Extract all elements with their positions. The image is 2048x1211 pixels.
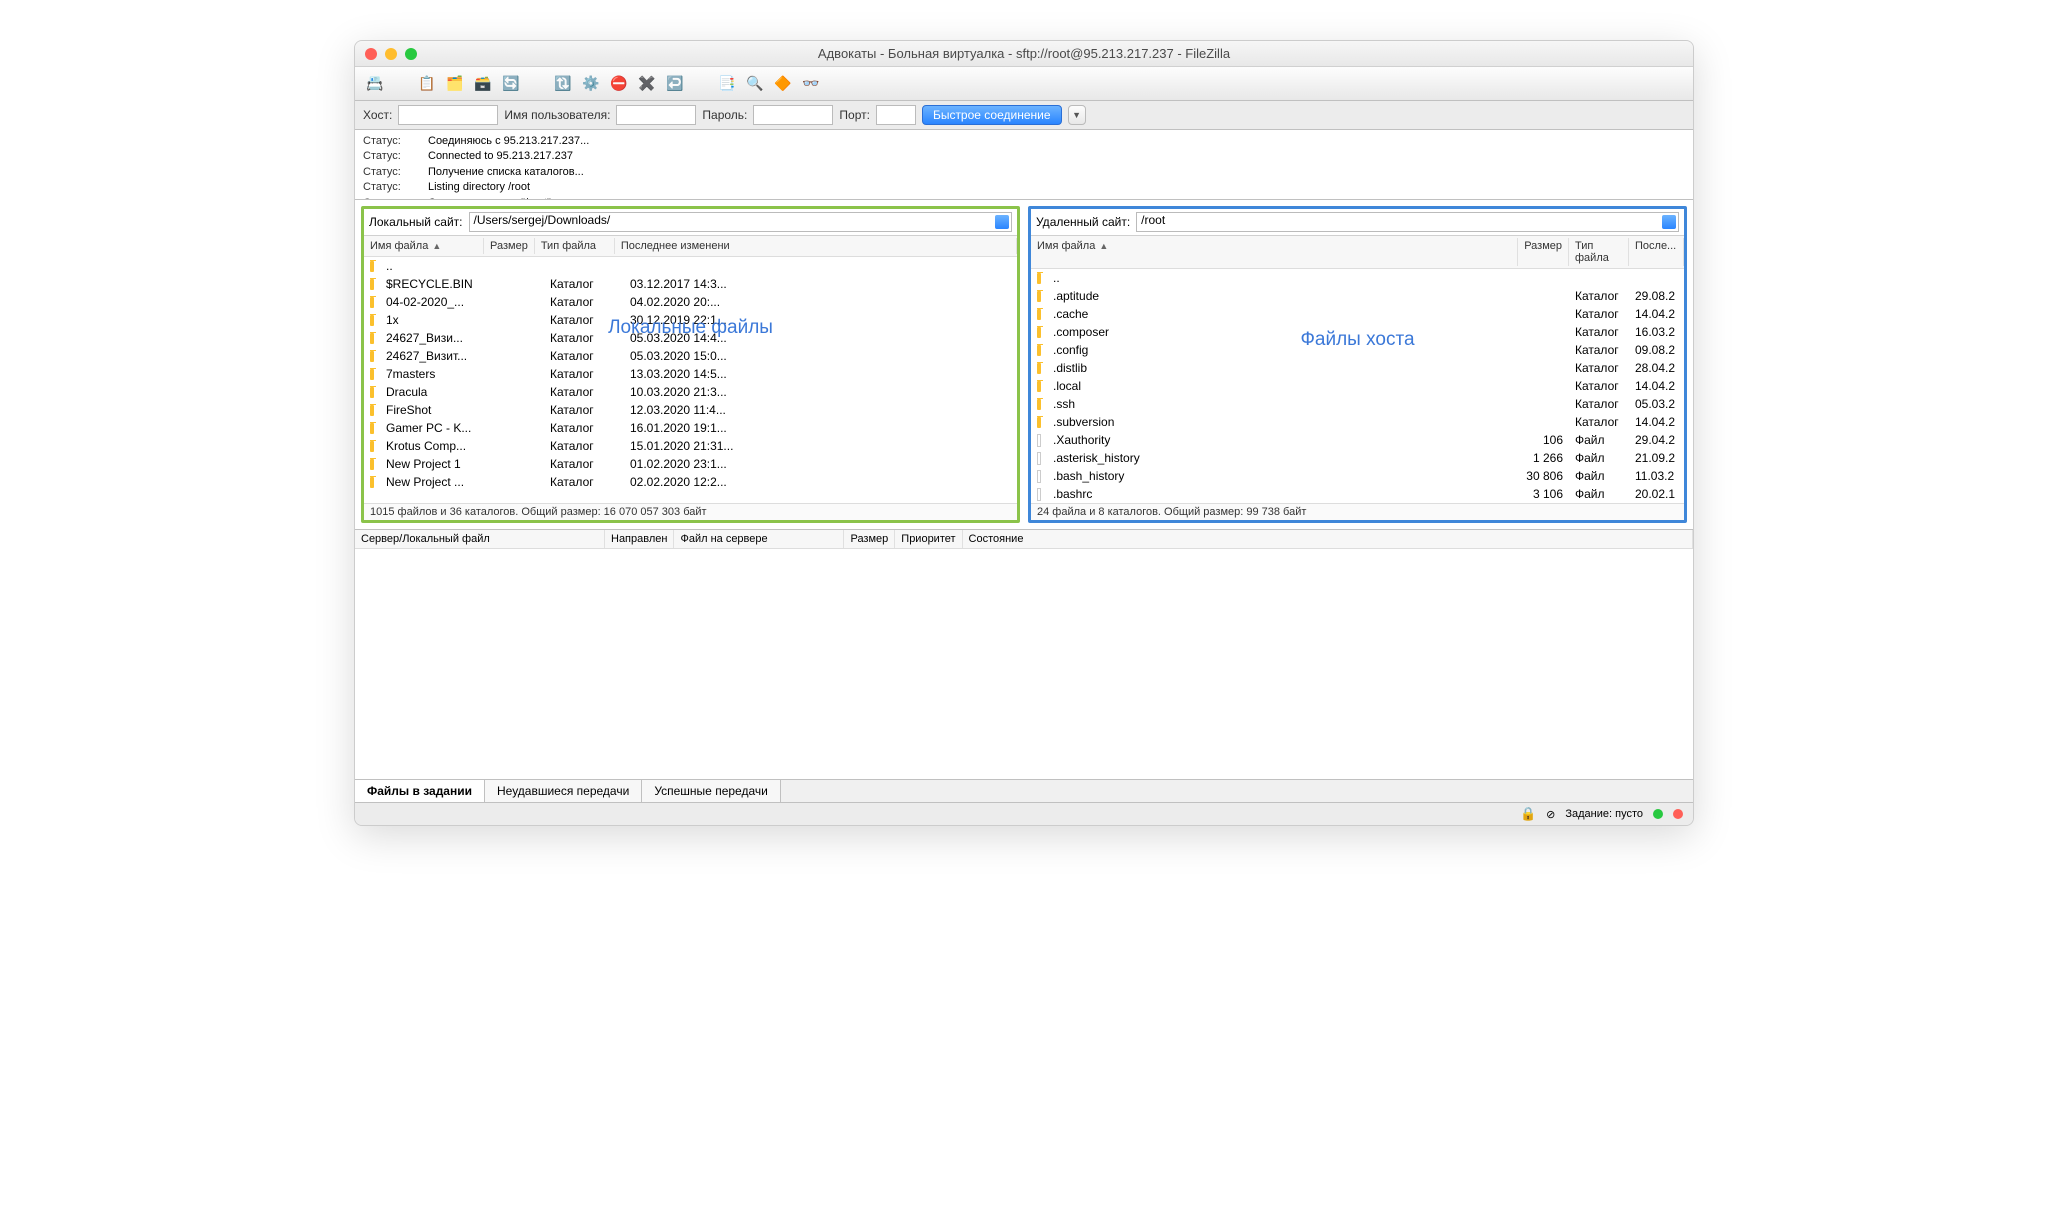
toggle-local-tree-button[interactable]: 🗂️ [443,72,467,96]
toggle-queue-button[interactable]: 🔄 [499,72,523,96]
tab-failed[interactable]: Неудавшиеся передачи [485,780,642,802]
file-row[interactable]: .. [1031,269,1684,287]
password-input[interactable] [753,105,833,125]
tab-queued[interactable]: Файлы в задании [355,780,485,802]
queue-status-label: Задание: пусто [1565,808,1643,820]
statusbar: 🔒 ⊘ Задание: пусто [355,802,1693,825]
file-row[interactable]: 1xКаталог30.12.2019 22:1... [364,311,1017,329]
disconnect-button[interactable]: ✖️ [635,72,659,96]
local-status: 1015 файлов и 36 каталогов. Общий размер… [364,503,1017,520]
cancel-button[interactable]: ⛔ [607,72,631,96]
host-label: Хост: [363,108,392,122]
remote-file-list[interactable]: Файлы хоста ...aptitudeКаталог29.08.2.ca… [1031,269,1684,503]
remote-path-dropdown[interactable]: /root [1136,212,1679,232]
lock-icon[interactable]: 🔒 [1520,806,1536,822]
file-row[interactable]: 24627_Визи...Каталог05.03.2020 14:4... [364,329,1017,347]
local-file-header[interactable]: Имя файла▲ Размер Тип файла Последнее из… [364,236,1017,257]
file-panels: Локальный сайт: /Users/sergej/Downloads/… [355,200,1693,529]
quickconnect-button[interactable]: Быстрое соединение [922,105,1062,125]
file-row[interactable]: .sshКаталог05.03.2 [1031,395,1684,413]
file-row[interactable]: New Project ...Каталог02.02.2020 12:2... [364,473,1017,491]
queue-body[interactable] [355,549,1693,779]
local-path-dropdown[interactable]: /Users/sergej/Downloads/ [469,212,1013,232]
pass-label: Пароль: [702,108,747,122]
remote-file-header[interactable]: Имя файла▲ Размер Тип файла После... [1031,236,1684,269]
file-row[interactable]: .cacheКаталог14.04.2 [1031,305,1684,323]
file-row[interactable]: .composerКаталог16.03.2 [1031,323,1684,341]
site-manager-button[interactable]: 📇 [363,72,387,96]
window-title: Адвокаты - Больная виртуалка - sftp://ro… [355,46,1693,61]
file-row[interactable]: FireShotКаталог12.03.2020 11:4... [364,401,1017,419]
user-label: Имя пользователя: [504,108,610,122]
quickconnect-dropdown[interactable]: ▼ [1068,105,1086,125]
sync-browse-button[interactable]: 👓 [799,72,823,96]
filter-button[interactable]: 📑 [715,72,739,96]
file-row[interactable]: .subversionКаталог14.04.2 [1031,413,1684,431]
sort-asc-icon: ▲ [432,241,441,251]
toolbar: 📇 📋 🗂️ 🗃️ 🔄 🔃 ⚙️ ⛔ ✖️ ↩️ 📑 🔍 🔶 👓 [355,67,1693,101]
refresh-button[interactable]: 🔃 [551,72,575,96]
sort-asc-icon: ▲ [1099,241,1108,251]
remote-path-row: Удаленный сайт: /root [1031,209,1684,236]
app-window: Адвокаты - Больная виртуалка - sftp://ro… [354,40,1694,826]
reconnect-button[interactable]: ↩️ [663,72,687,96]
file-row[interactable]: $RECYCLE.BINКаталог03.12.2017 14:3... [364,275,1017,293]
port-label: Порт: [839,108,870,122]
file-row[interactable]: .bashrc3 106Файл20.02.1 [1031,485,1684,503]
tab-success[interactable]: Успешные передачи [642,780,781,802]
compare-button[interactable]: 🔶 [771,72,795,96]
activity-led-green [1653,809,1663,819]
file-row[interactable]: .distlibКаталог28.04.2 [1031,359,1684,377]
file-row[interactable]: 04-02-2020_...Каталог04.02.2020 20:... [364,293,1017,311]
username-input[interactable] [616,105,696,125]
file-row[interactable]: Krotus Comp...Каталог15.01.2020 21:31... [364,437,1017,455]
file-row[interactable]: Gamer PC - K...Каталог16.01.2020 19:1... [364,419,1017,437]
local-file-list[interactable]: Локальные файлы ..$RECYCLE.BINКаталог03.… [364,257,1017,503]
host-input[interactable] [398,105,498,125]
toggle-log-button[interactable]: 📋 [415,72,439,96]
queue-tabs: Файлы в задании Неудавшиеся передачи Усп… [355,779,1693,802]
file-row[interactable]: .. [364,257,1017,275]
file-row[interactable]: 7mastersКаталог13.03.2020 14:5... [364,365,1017,383]
file-row[interactable]: .aptitudeКаталог29.08.2 [1031,287,1684,305]
file-row[interactable]: New Project 1Каталог01.02.2020 23:1... [364,455,1017,473]
quickconnect-bar: Хост: Имя пользователя: Пароль: Порт: Бы… [355,101,1693,130]
toggle-remote-tree-button[interactable]: 🗃️ [471,72,495,96]
titlebar: Адвокаты - Больная виртуалка - sftp://ro… [355,41,1693,67]
file-row[interactable]: .bash_history30 806Файл11.03.2 [1031,467,1684,485]
port-input[interactable] [876,105,916,125]
process-queue-button[interactable]: ⚙️ [579,72,603,96]
remote-panel: Удаленный сайт: /root Имя файла▲ Размер … [1028,206,1687,523]
file-row[interactable]: 24627_Визит...Каталог05.03.2020 15:0... [364,347,1017,365]
search-button[interactable]: 🔍 [743,72,767,96]
file-row[interactable]: .asterisk_history1 266Файл21.09.2 [1031,449,1684,467]
queue-header[interactable]: Сервер/Локальный файл Направлен Файл на … [355,530,1693,549]
remote-site-label: Удаленный сайт: [1036,215,1130,229]
file-row[interactable]: DraculaКаталог10.03.2020 21:3... [364,383,1017,401]
message-log: Статус:Соединяюсь с 95.213.217.237...Ста… [355,130,1693,200]
remote-status: 24 файла и 8 каталогов. Общий размер: 99… [1031,503,1684,520]
file-row[interactable]: .Xauthority106Файл29.04.2 [1031,431,1684,449]
local-site-label: Локальный сайт: [369,215,463,229]
local-path-row: Локальный сайт: /Users/sergej/Downloads/ [364,209,1017,236]
local-panel: Локальный сайт: /Users/sergej/Downloads/… [361,206,1020,523]
transfer-queue: Сервер/Локальный файл Направлен Файл на … [355,529,1693,779]
file-row[interactable]: .localКаталог14.04.2 [1031,377,1684,395]
file-row[interactable]: .configКаталог09.08.2 [1031,341,1684,359]
encryption-icon[interactable]: ⊘ [1546,808,1555,821]
activity-led-red [1673,809,1683,819]
